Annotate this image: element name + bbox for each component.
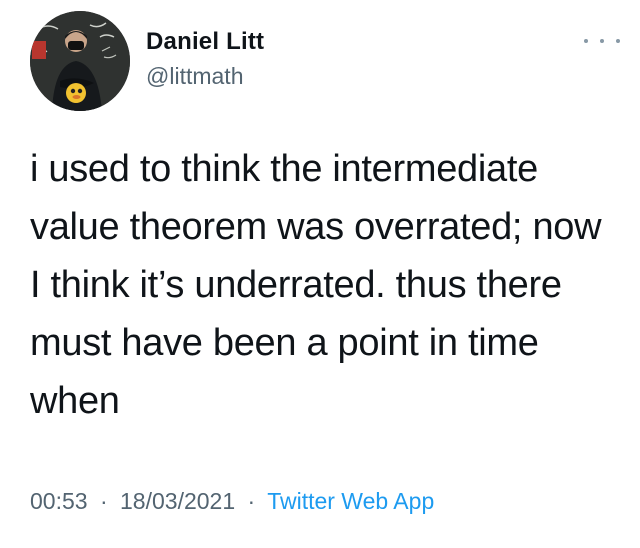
more-options-icon[interactable] (584, 33, 620, 49)
avatar[interactable] (30, 11, 130, 111)
dot (616, 39, 620, 43)
profile-photo-icon (30, 11, 130, 111)
separator: · (247, 488, 256, 514)
dot (584, 39, 588, 43)
tweet-date[interactable]: 18/03/2021 (120, 488, 235, 514)
author-handle[interactable]: @littmath (146, 63, 243, 90)
tweet: Daniel Litt @littmath i used to think th… (0, 0, 640, 548)
author-name[interactable]: Daniel Litt (146, 28, 264, 56)
tweet-text: i used to think the intermediate value t… (30, 148, 602, 422)
separator: · (99, 488, 108, 514)
dot (600, 39, 604, 43)
tweet-metadata: 00:53 · 18/03/2021 · Twitter Web App (30, 488, 434, 515)
tweet-source-link[interactable]: Twitter Web App (267, 488, 434, 514)
tweet-time[interactable]: 00:53 (30, 488, 88, 514)
